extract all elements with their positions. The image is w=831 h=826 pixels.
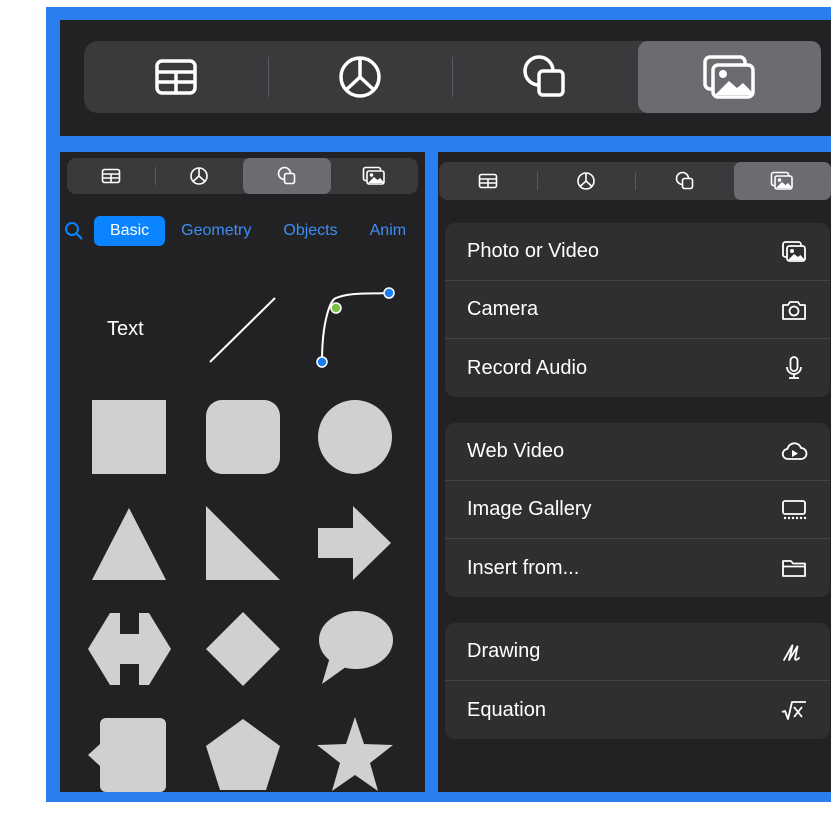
star-shape[interactable] — [317, 717, 393, 791]
menu-item-camera[interactable]: Camera — [445, 281, 830, 339]
menu-item-image-gallery[interactable]: Image Gallery — [445, 481, 830, 539]
chart-icon[interactable] — [538, 162, 636, 200]
category-tabs: Basic Geometry Objects Anim — [64, 216, 422, 246]
table-icon[interactable] — [67, 158, 155, 194]
square-shape[interactable] — [92, 400, 166, 474]
callout-shape[interactable] — [88, 718, 166, 792]
camera-icon — [780, 296, 808, 324]
media-icon[interactable] — [733, 162, 831, 200]
menu-item-drawing[interactable]: Drawing — [445, 623, 830, 681]
shape-icon[interactable] — [243, 158, 331, 194]
shapes-panel: Basic Geometry Objects Anim Text — [60, 152, 425, 792]
table-icon[interactable] — [439, 162, 537, 200]
line-shape[interactable] — [209, 297, 276, 363]
equation-icon — [780, 696, 808, 724]
chart-icon[interactable] — [156, 158, 244, 194]
tab-basic[interactable]: Basic — [94, 216, 166, 246]
table-icon[interactable] — [84, 41, 268, 113]
top-segmented-control — [84, 41, 821, 113]
menu-item-photo-or-video[interactable]: Photo or Video — [445, 223, 830, 281]
pentagon-shape[interactable] — [206, 719, 280, 790]
curve-shape[interactable] — [316, 287, 395, 368]
cloud-play-icon — [780, 438, 808, 466]
circle-shape[interactable] — [318, 400, 392, 474]
media-group-2: Web Video Image Gallery Insert from... — [445, 423, 830, 597]
chart-icon[interactable] — [269, 41, 453, 113]
shapes-segmented-control — [67, 158, 418, 194]
gallery-icon — [780, 496, 808, 524]
shape-icon[interactable] — [636, 162, 734, 200]
arrow-shape[interactable] — [318, 506, 391, 580]
tab-objects[interactable]: Objects — [267, 216, 353, 246]
top-toolbar — [60, 20, 831, 136]
shapes-grid — [88, 287, 395, 792]
tab-animals[interactable]: Anim — [354, 216, 422, 246]
media-group-3: Drawing Equation — [445, 623, 830, 739]
diamond-shape[interactable] — [206, 612, 280, 686]
menu-item-equation[interactable]: Equation — [445, 681, 830, 739]
speech-bubble-shape[interactable] — [319, 611, 393, 684]
media-segmented-control — [439, 162, 831, 200]
photo-icon — [780, 238, 808, 266]
media-icon[interactable] — [331, 158, 419, 194]
tab-geometry[interactable]: Geometry — [165, 216, 267, 246]
triangle-shape[interactable] — [92, 508, 166, 580]
shape-icon[interactable] — [453, 41, 637, 113]
right-triangle-shape[interactable] — [206, 506, 280, 580]
rounded-square-shape[interactable] — [206, 400, 280, 474]
folder-icon — [780, 554, 808, 582]
menu-item-web-video[interactable]: Web Video — [445, 423, 830, 481]
search-icon[interactable] — [64, 221, 84, 241]
menu-item-record-audio[interactable]: Record Audio — [445, 339, 830, 397]
microphone-icon — [780, 354, 808, 382]
media-icon[interactable] — [637, 41, 821, 113]
menu-item-insert-from[interactable]: Insert from... — [445, 539, 830, 597]
media-group-1: Photo or Video Camera Record Audio — [445, 223, 830, 397]
double-arrow-shape[interactable] — [88, 613, 171, 685]
drawing-icon — [780, 638, 808, 666]
